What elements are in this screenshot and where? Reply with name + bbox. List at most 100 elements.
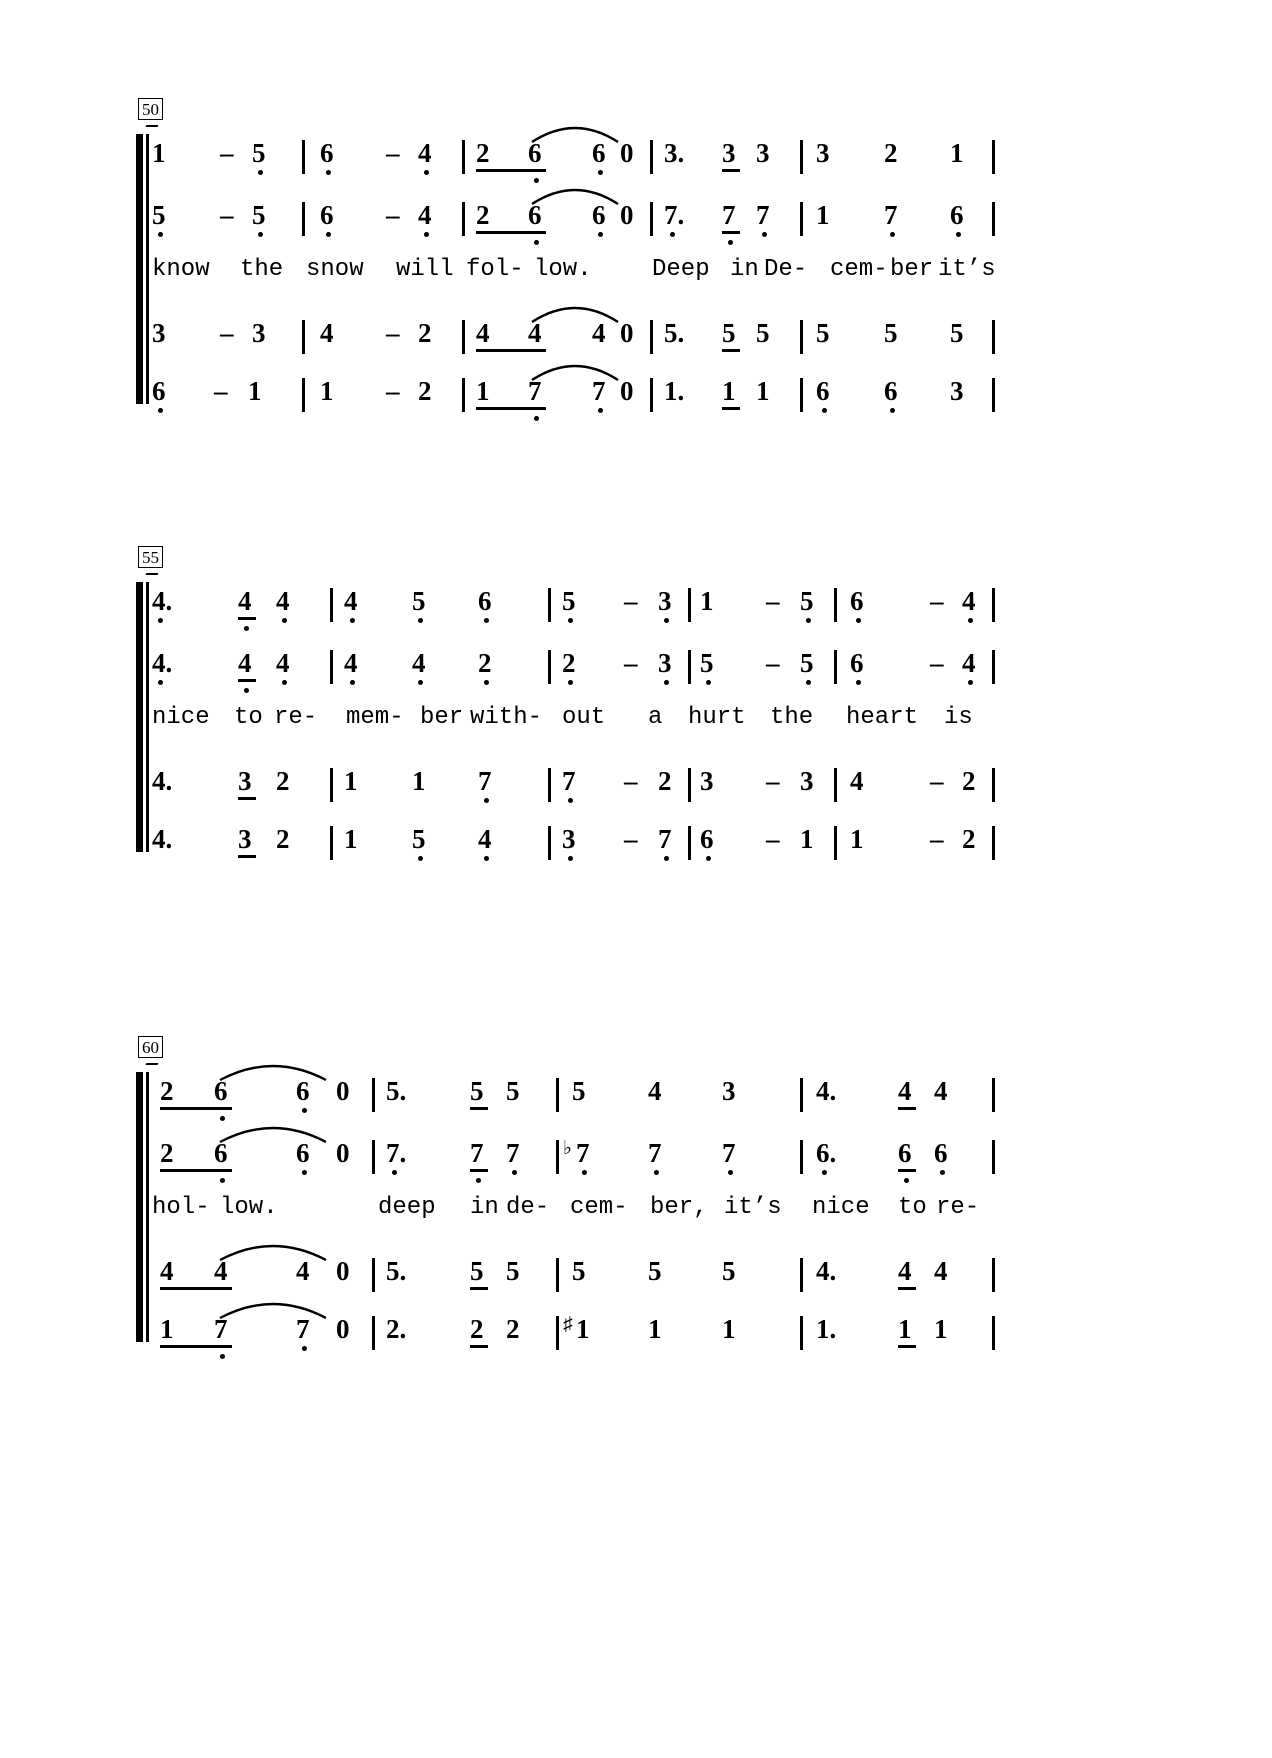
- barline: [800, 1316, 803, 1350]
- octave-dot-below: [484, 798, 489, 803]
- tie-slur: [219, 1244, 327, 1262]
- barline: [650, 140, 653, 174]
- lyric-syllable: ber: [890, 256, 934, 283]
- barline: [650, 320, 653, 354]
- tie-slur: [219, 1302, 327, 1320]
- note-number: 1: [700, 586, 714, 616]
- octave-dot-below: [302, 1346, 307, 1351]
- octave-dot-below: [968, 680, 973, 685]
- note-number: 5: [648, 1256, 662, 1286]
- note-number: 2: [470, 1314, 484, 1344]
- note-number: 2: [276, 766, 290, 796]
- barline: [372, 1140, 375, 1174]
- note-number: 7: [658, 824, 672, 854]
- lyric-syllable: to: [898, 1194, 927, 1221]
- octave-dot-below: [664, 618, 669, 623]
- barline: [372, 1258, 375, 1292]
- duration-dash: –: [386, 200, 400, 230]
- barline: [688, 826, 691, 860]
- barline: [834, 588, 837, 622]
- note-number: 5: [800, 648, 814, 678]
- barline: [992, 202, 995, 236]
- octave-dot-below: [890, 408, 895, 413]
- note-number: 1: [152, 138, 166, 168]
- octave-dot-below: [302, 1170, 307, 1175]
- octave-dot-below: [484, 856, 489, 861]
- octave-dot-below: [956, 232, 961, 237]
- octave-dot-below: [282, 680, 287, 685]
- note-number: 5: [722, 318, 736, 348]
- beam-underline: [238, 855, 256, 858]
- lyric-syllable: cem-: [830, 256, 888, 283]
- barline: [650, 378, 653, 412]
- duration-dash: –: [930, 586, 944, 616]
- barline: [302, 202, 305, 236]
- note-number: 6: [850, 586, 864, 616]
- note-number: 1: [160, 1314, 174, 1344]
- note-number: 1: [950, 138, 964, 168]
- barline: [992, 320, 995, 354]
- note-number: 3.: [664, 138, 685, 168]
- note-number: 2: [160, 1138, 174, 1168]
- barline: [548, 768, 551, 802]
- barline: [800, 1078, 803, 1112]
- octave-dot-below: [158, 232, 163, 237]
- octave-dot-below: [598, 408, 603, 413]
- octave-dot-below: [706, 680, 711, 685]
- note-number: 3: [238, 766, 252, 796]
- octave-dot-below: [258, 170, 263, 175]
- tie-slur: [531, 306, 619, 324]
- note-number: 4: [238, 648, 252, 678]
- note-number: 4: [344, 586, 358, 616]
- lyric-syllable: snow: [306, 256, 364, 283]
- note-number: 7: [562, 766, 576, 796]
- note-number: 5: [252, 138, 266, 168]
- beam-underline: [722, 407, 740, 410]
- octave-dot-below: [568, 680, 573, 685]
- sharp-accidental-icon: ♯: [563, 1314, 573, 1335]
- octave-dot-below: [424, 170, 429, 175]
- barline: [992, 1078, 995, 1112]
- octave-dot-below: [158, 408, 163, 413]
- note-number: 3: [756, 138, 770, 168]
- note-number: 4: [344, 648, 358, 678]
- octave-dot-below: [598, 170, 603, 175]
- octave-dot-below: [220, 1354, 225, 1359]
- duration-dash: –: [766, 648, 780, 678]
- octave-dot-below: [534, 416, 539, 421]
- duration-dash: –: [386, 138, 400, 168]
- lyric-syllable: nice: [812, 1194, 870, 1221]
- note-number: 5.: [386, 1256, 407, 1286]
- note-number: 0: [620, 138, 634, 168]
- duration-dash: –: [386, 318, 400, 348]
- barline: [992, 1316, 995, 1350]
- note-number: 3: [252, 318, 266, 348]
- lyric-syllable: in: [470, 1194, 499, 1221]
- barline: [462, 378, 465, 412]
- octave-dot-below: [424, 232, 429, 237]
- octave-dot-below: [302, 1108, 307, 1113]
- duration-dash: –: [766, 824, 780, 854]
- note-number: 0: [620, 318, 634, 348]
- octave-dot-below: [670, 232, 675, 237]
- voice-line-alto: 2 6 6 0 7. 7 7 7 ♭ 7 7 6. 6 6: [0, 1126, 1272, 1184]
- barline: [992, 588, 995, 622]
- beam-underline: [470, 1287, 488, 1290]
- lyric-syllable: know: [152, 256, 210, 283]
- barline: [462, 202, 465, 236]
- lyric-syllable: mem-: [346, 704, 404, 731]
- note-number: 0: [620, 376, 634, 406]
- octave-dot-below: [940, 1170, 945, 1175]
- octave-dot-below: [244, 688, 249, 693]
- note-number: 5: [252, 200, 266, 230]
- note-number: 2: [658, 766, 672, 796]
- barline: [992, 650, 995, 684]
- note-number: 1: [344, 824, 358, 854]
- barline: [302, 140, 305, 174]
- note-number: 5: [470, 1256, 484, 1286]
- lyric-syllable: de-: [506, 1194, 550, 1221]
- tie-slur: [219, 1064, 327, 1082]
- lyric-syllable: with-: [470, 704, 543, 731]
- lyrics-line: know the snow will fol-low. Deep in De-cem-ber i…: [0, 256, 1272, 296]
- beam-underline: [476, 407, 546, 410]
